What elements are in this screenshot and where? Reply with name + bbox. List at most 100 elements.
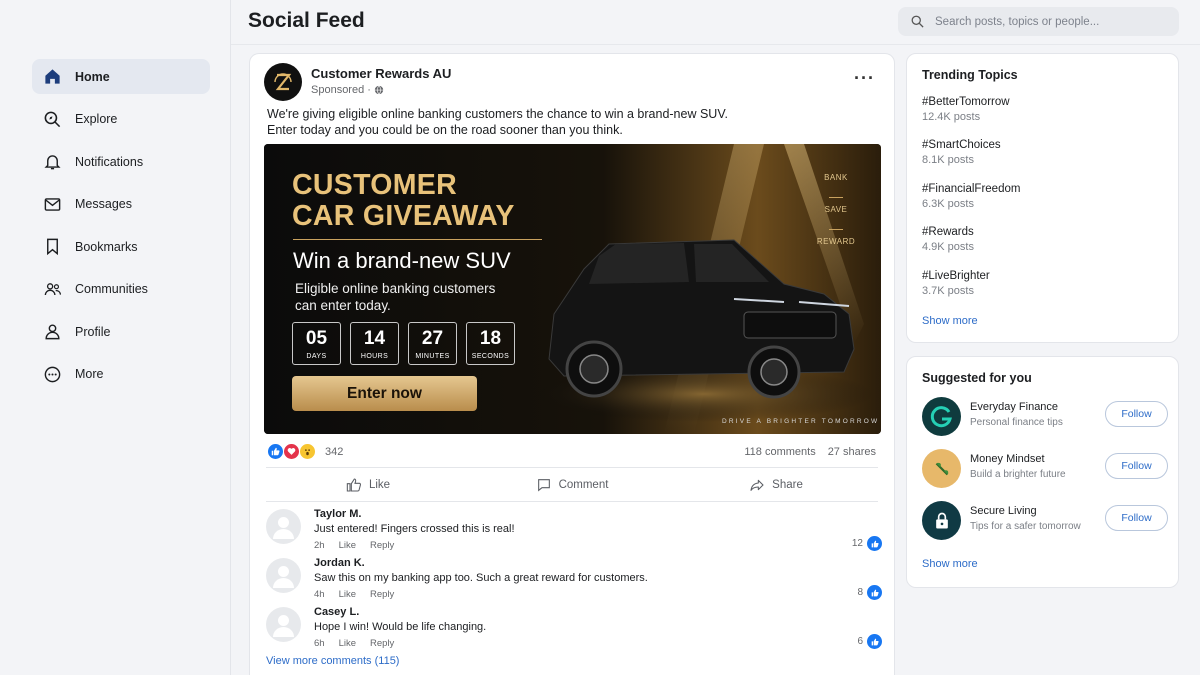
trending-count: 12.4K posts — [922, 111, 981, 123]
shares-count[interactable]: 27 shares — [828, 446, 876, 458]
header-divider — [231, 44, 1200, 45]
sidebar-item-explore[interactable]: Explore — [32, 102, 210, 137]
trending-count: 8.1K posts — [922, 154, 974, 166]
post-options-button[interactable]: ··· — [854, 68, 875, 89]
countdown-minutes: 27 MINUTES — [408, 322, 457, 365]
comment-like-button[interactable]: Like — [339, 638, 356, 649]
banner-tagline: DRIVE A BRIGHTER TOMORROW — [722, 418, 880, 425]
comment-reply-button[interactable]: Reply — [370, 589, 394, 600]
comment-item: Jordan K. Saw this on my banking app too… — [266, 557, 882, 605]
sidebar-nav: Home Explore Notifications Messages Book… — [32, 59, 210, 399]
page-title: Social Feed — [248, 9, 365, 32]
view-more-comments-link[interactable]: View more comments (115) — [266, 655, 399, 667]
like-badge-icon — [867, 634, 882, 649]
countdown-label: HOURS — [360, 353, 389, 360]
follow-button[interactable]: Follow — [1105, 401, 1168, 427]
follow-button[interactable]: Follow — [1105, 453, 1168, 479]
share-button[interactable]: Share — [674, 468, 878, 501]
trending-show-more-link[interactable]: Show more — [922, 315, 978, 327]
like-button[interactable]: Like — [266, 468, 470, 501]
trending-item[interactable]: #Rewards 4.9K posts — [922, 226, 974, 253]
sidebar-item-more[interactable]: More — [32, 357, 210, 392]
comment-author[interactable]: Casey L. — [314, 606, 359, 618]
comment-item: Taylor M. Just entered! Fingers crossed … — [266, 508, 882, 556]
sidebar-item-communities[interactable]: Communities — [32, 272, 210, 307]
suggested-name[interactable]: Everyday Finance — [970, 401, 1058, 413]
comment-like-count: 8 — [857, 587, 863, 598]
side-word: BANK — [824, 173, 848, 182]
avatar[interactable] — [266, 558, 301, 593]
plant-icon — [935, 462, 948, 475]
explore-icon — [44, 111, 61, 127]
trending-title: Trending Topics — [922, 68, 1018, 82]
suggested-name[interactable]: Secure Living — [970, 505, 1037, 517]
lock-icon — [935, 512, 948, 528]
suggested-name[interactable]: Money Mindset — [970, 453, 1045, 465]
sidebar-item-notifications[interactable]: Notifications — [32, 144, 210, 179]
suggested-panel: Suggested for you Everyday Finance Perso… — [906, 356, 1179, 588]
like-label: Like — [368, 478, 391, 491]
sponsored-label: Sponsored · — [311, 84, 384, 96]
sidebar-item-home[interactable]: Home — [32, 59, 210, 94]
countdown-label: MINUTES — [415, 353, 450, 360]
comment-time: 6h — [314, 638, 325, 649]
trending-topics-panel: Trending Topics #BetterTomorrow 12.4K po… — [906, 53, 1179, 343]
trending-count: 6.3K posts — [922, 198, 974, 210]
suggested-desc: Personal finance tips — [970, 417, 1063, 428]
avatar[interactable] — [266, 509, 301, 544]
trending-tag: #BetterTomorrow — [922, 96, 1010, 108]
bookmark-icon — [47, 238, 58, 256]
brand-avatar[interactable] — [264, 63, 302, 101]
countdown-value: 05 — [305, 328, 328, 349]
comment-author[interactable]: Taylor M. — [314, 508, 361, 520]
reaction-summary[interactable]: 342 — [267, 443, 343, 460]
actions-divider-bottom — [266, 501, 878, 502]
sidebar-item-profile[interactable]: Profile — [32, 314, 210, 349]
countdown-value: 18 — [479, 328, 502, 349]
suggested-show-more-link[interactable]: Show more — [922, 558, 978, 570]
avatar[interactable] — [922, 397, 961, 436]
bell-icon — [44, 155, 61, 170]
people-icon — [44, 282, 62, 295]
comment-like-count: 12 — [851, 538, 863, 549]
comment-time: 2h — [314, 540, 325, 551]
trending-tag: #FinancialFreedom — [922, 183, 1021, 195]
search-bar[interactable] — [898, 7, 1179, 36]
trending-item[interactable]: #LiveBrighter 3.7K posts — [922, 270, 990, 297]
trending-item[interactable]: #BetterTomorrow 12.4K posts — [922, 96, 1010, 123]
post-text: We're giving eligible online banking cus… — [267, 106, 728, 138]
sidebar-item-messages[interactable]: Messages — [32, 187, 210, 222]
enter-now-button[interactable]: Enter now — [292, 376, 477, 411]
sidebar-item-bookmarks[interactable]: Bookmarks — [32, 229, 210, 264]
trending-item[interactable]: #FinancialFreedom 6.3K posts — [922, 183, 1020, 210]
comment-icon — [537, 478, 550, 491]
follow-button[interactable]: Follow — [1105, 505, 1168, 531]
countdown-hours: 14 HOURS — [350, 322, 399, 365]
trending-tag: #LiveBrighter — [922, 270, 990, 282]
post-actions: Like Comment Share — [266, 468, 878, 501]
banner-title-line: CUSTOMER — [292, 169, 457, 201]
comment-reply-button[interactable]: Reply — [370, 638, 394, 649]
comment-like-button[interactable]: Like — [339, 589, 356, 600]
avatar[interactable] — [922, 501, 961, 540]
countdown-days: 05 DAYS — [292, 322, 341, 365]
comments-count[interactable]: 118 comments — [744, 446, 815, 458]
ad-banner[interactable]: CUSTOMER CAR GIVEAWAY Win a brand-new SU… — [264, 144, 881, 434]
home-icon — [45, 69, 60, 84]
reaction-count: 342 — [325, 445, 344, 458]
more-icon — [44, 366, 61, 382]
avatar[interactable] — [266, 607, 301, 642]
suggested-item: Money Mindset Build a brighter future Fo… — [922, 449, 1168, 489]
side-word-divider — [812, 189, 860, 205]
comment-text: Hope I win! Would be life changing. — [314, 621, 487, 633]
trending-item[interactable]: #SmartChoices 8.1K posts — [922, 139, 1001, 166]
avatar[interactable] — [922, 449, 961, 488]
post-author[interactable]: Customer Rewards AU — [311, 66, 451, 81]
comment-reply-button[interactable]: Reply — [370, 540, 394, 551]
sidebar-item-label: Profile — [75, 324, 111, 339]
search-icon — [911, 15, 924, 28]
comment-like-button[interactable]: Like — [339, 540, 356, 551]
search-input[interactable] — [935, 15, 1155, 28]
comment-author[interactable]: Jordan K. — [314, 557, 365, 569]
comment-button[interactable]: Comment — [470, 468, 674, 501]
